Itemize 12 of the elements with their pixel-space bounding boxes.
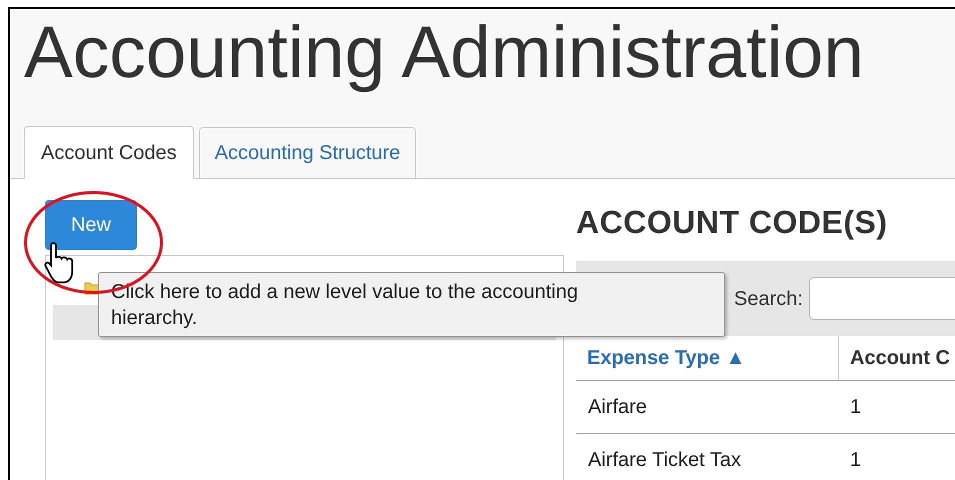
table-cell: Airfare Ticket Tax — [588, 449, 742, 471]
search-field[interactable] — [808, 277, 955, 320]
table-cell: 1 — [850, 449, 862, 471]
search-label: Search: — [734, 286, 803, 312]
tab[interactable]: Account Codes — [24, 126, 194, 179]
table-cell: Airfare — [588, 396, 647, 418]
table-cell: 1 — [850, 396, 862, 418]
tab[interactable]: Accounting Structure — [198, 127, 416, 178]
new-button[interactable]: New — [45, 200, 137, 250]
page-title: Accounting Administration — [23, 11, 864, 95]
section-heading: ACCOUNT CODE(S) — [576, 203, 888, 242]
column-header: Account C — [849, 346, 950, 371]
